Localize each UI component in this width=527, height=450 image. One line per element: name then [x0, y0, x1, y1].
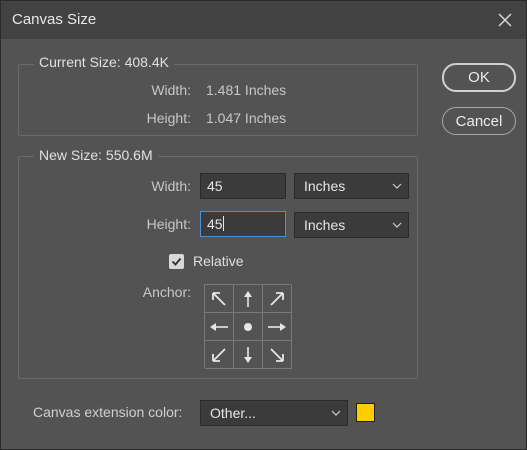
window-title: Canvas Size	[12, 11, 97, 28]
anchor-label: Anchor:	[142, 284, 191, 300]
current-height-label: Height:	[146, 110, 191, 126]
arrow-s-icon	[244, 346, 252, 363]
cancel-button-label: Cancel	[455, 112, 503, 130]
height-unit-value: Inches	[304, 217, 346, 233]
anchor-center[interactable]	[234, 313, 263, 341]
anchor-bottom-left[interactable]	[205, 341, 234, 369]
new-width-label: Width:	[151, 178, 191, 194]
text-caret	[222, 216, 224, 231]
arrow-nw-icon	[212, 291, 226, 306]
height-unit-select[interactable]: Inches	[294, 212, 409, 238]
arrow-n-icon	[244, 290, 252, 307]
new-height-label: Height:	[146, 216, 191, 232]
ok-button-label: OK	[468, 69, 490, 86]
anchor-top-left[interactable]	[205, 285, 234, 313]
extension-color-swatch[interactable]	[356, 403, 375, 422]
anchor-bottom-right[interactable]	[263, 341, 292, 369]
chevron-down-icon	[331, 410, 341, 416]
extension-color-value: Other...	[210, 405, 256, 421]
relative-checkbox[interactable]	[169, 254, 184, 269]
width-unit-select[interactable]: Inches	[294, 173, 409, 199]
anchor-bottom-center[interactable]	[234, 341, 263, 369]
current-height-value: 1.047 Inches	[206, 110, 287, 126]
arrow-ne-icon	[270, 291, 284, 306]
anchor-middle-right[interactable]	[263, 313, 292, 341]
extension-color-select[interactable]: Other...	[200, 400, 348, 426]
chevron-down-icon	[392, 183, 402, 189]
arrow-w-icon	[210, 322, 228, 331]
current-width-label: Width:	[151, 82, 191, 98]
title-bar: Canvas Size	[1, 1, 526, 39]
anchor-center-dot	[244, 322, 252, 331]
new-height-input[interactable]: 45	[200, 211, 286, 237]
anchor-middle-left[interactable]	[205, 313, 234, 341]
cancel-button[interactable]: Cancel	[442, 107, 516, 135]
new-size-label: New Size: 550.6M	[34, 147, 158, 163]
canvas-size-dialog: Canvas Size Current Size: 408.4K Width: …	[0, 0, 527, 450]
extension-color-label: Canvas extension color:	[33, 404, 183, 420]
arrow-e-icon	[268, 322, 286, 331]
current-size-label: Current Size: 408.4K	[34, 54, 174, 70]
anchor-top-right[interactable]	[263, 285, 292, 313]
current-width-value: 1.481 Inches	[206, 82, 287, 98]
close-icon	[498, 13, 512, 27]
close-button[interactable]	[492, 7, 518, 33]
width-unit-value: Inches	[304, 178, 346, 194]
new-width-input[interactable]: 45	[200, 173, 286, 199]
arrow-sw-icon	[212, 347, 226, 362]
anchor-grid	[204, 284, 292, 369]
chevron-down-icon	[392, 222, 402, 228]
check-icon	[171, 257, 182, 266]
relative-label: Relative	[193, 253, 244, 269]
arrow-se-icon	[270, 347, 284, 362]
new-height-value: 45	[207, 216, 223, 232]
anchor-top-center[interactable]	[234, 285, 263, 313]
new-width-value: 45	[207, 178, 223, 194]
ok-button[interactable]: OK	[442, 63, 516, 92]
